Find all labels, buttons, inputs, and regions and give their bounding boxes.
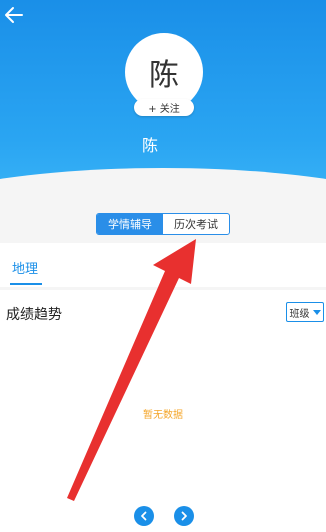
subject-tab-bar: 地理 [0, 243, 326, 287]
back-arrow-icon [5, 7, 23, 23]
tab-exam-history[interactable]: 历次考试 [163, 214, 229, 234]
subject-tab-indicator [10, 283, 42, 285]
empty-state-text: 暂无数据 [143, 410, 183, 421]
header-curve [0, 168, 326, 200]
class-select-label: 班级 [289, 308, 310, 320]
back-button[interactable] [2, 2, 28, 28]
caret-down-icon [312, 309, 321, 315]
panel-title: 成绩趋势 [6, 307, 62, 323]
score-trend-panel: 成绩趋势 班级 暂无数据 [0, 290, 326, 532]
tab-tutoring[interactable]: 学情辅导 [97, 214, 163, 234]
next-button[interactable] [174, 506, 194, 526]
follow-button[interactable]: + 关注 [134, 99, 194, 116]
view-toggle: 学情辅导 历次考试 [96, 213, 230, 235]
class-select[interactable]: 班级 [286, 302, 324, 322]
chevron-right-icon [181, 511, 187, 521]
prev-button[interactable] [134, 506, 154, 526]
subject-tab-geography[interactable]: 地理 [12, 258, 38, 277]
user-name: 陈 [141, 136, 158, 155]
chevron-left-icon [141, 511, 147, 521]
